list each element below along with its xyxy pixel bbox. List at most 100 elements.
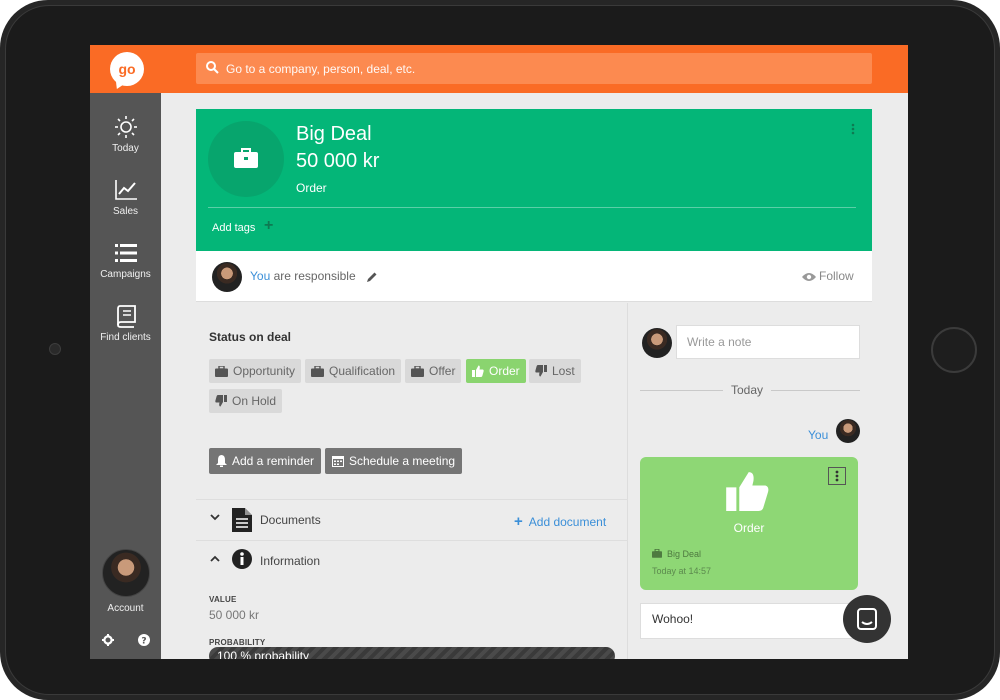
deal-stage: Order	[296, 181, 327, 195]
sidebar-label-campaigns: Campaigns	[100, 269, 151, 280]
top-bar: go	[90, 45, 908, 93]
note-avatar	[642, 328, 672, 358]
comment-box[interactable]: Wohoo!	[640, 603, 858, 639]
responsible-bar: You are responsible Follow	[196, 251, 872, 302]
add-document-link[interactable]: + Add document	[514, 513, 606, 530]
info-icon	[232, 549, 252, 569]
schedule-meeting-button[interactable]: Schedule a meeting	[325, 448, 463, 474]
more-vertical-icon[interactable]	[828, 467, 846, 485]
thumbs-down-icon	[535, 365, 547, 377]
gear-icon[interactable]	[102, 633, 114, 651]
search-icon	[206, 61, 219, 74]
briefcase-icon	[411, 365, 424, 377]
list-icon	[114, 244, 137, 262]
sidebar-item-find-clients[interactable]: Find clients	[90, 304, 161, 364]
value-text: 50 000 kr	[209, 608, 260, 622]
chat-icon	[857, 608, 877, 630]
feed-author[interactable]: You	[808, 428, 828, 442]
chip-label: Order	[489, 364, 520, 378]
sidebar-footer: ?	[90, 633, 161, 651]
status-chip-opportunity[interactable]: Opportunity	[209, 359, 302, 383]
search-input[interactable]	[224, 53, 864, 84]
activity-deal-ref[interactable]: Big Deal	[652, 548, 702, 559]
value-label: VALUE	[209, 595, 237, 604]
plus-icon[interactable]: +	[264, 217, 273, 235]
chat-launcher-button[interactable]	[843, 595, 891, 643]
activity-time: Today at 14:57	[652, 566, 712, 576]
svg-text:?: ?	[141, 637, 146, 647]
search-box[interactable]	[196, 53, 872, 84]
responsible-you-link[interactable]: You	[250, 269, 270, 283]
status-chip-on-hold[interactable]: On Hold	[209, 389, 283, 413]
chevron-up-icon	[210, 555, 220, 562]
deal-value: 50 000 kr	[296, 150, 380, 172]
help-icon[interactable]: ?	[138, 633, 150, 651]
sidebar-label-find-clients: Find clients	[100, 332, 151, 343]
briefcase-icon	[234, 148, 258, 168]
chip-label: Qualification	[329, 364, 396, 378]
chip-label: Lost	[552, 364, 575, 378]
sidebar-item-campaigns[interactable]: Campaigns	[90, 241, 161, 301]
chip-label: Opportunity	[233, 364, 296, 378]
logo[interactable]: go	[110, 52, 144, 86]
add-reminder-button[interactable]: Add a reminder	[209, 448, 322, 474]
probability-text: 100 % probability	[217, 649, 310, 659]
status-chip-offer[interactable]: Offer	[405, 359, 462, 383]
documents-label: Documents	[260, 513, 321, 527]
sun-icon	[114, 116, 137, 138]
probability-bar[interactable]: 100 % probability	[209, 647, 615, 659]
chart-line-icon	[114, 180, 137, 200]
responsible-avatar	[212, 262, 242, 292]
more-vertical-icon[interactable]	[848, 123, 858, 137]
briefcase-icon	[215, 365, 228, 377]
feed-author-avatar	[836, 419, 860, 443]
schedule-meeting-label: Schedule a meeting	[349, 454, 456, 468]
calendar-icon	[332, 456, 344, 467]
documents-section[interactable]: Documents + Add document	[196, 499, 628, 539]
app-screen: go Today Sales Campaigns Find clients Ac…	[90, 45, 908, 659]
pencil-icon[interactable]	[366, 270, 378, 288]
add-tags-link[interactable]: Add tags	[212, 222, 255, 234]
note-input[interactable]	[676, 325, 860, 359]
document-icon	[232, 508, 252, 532]
chip-label: On Hold	[232, 394, 277, 408]
sidebar-label-today: Today	[112, 143, 139, 154]
responsible-suffix: are responsible	[270, 269, 356, 283]
chevron-down-icon	[210, 514, 220, 521]
thumbs-up-icon	[472, 365, 484, 377]
deal-icon-circle	[208, 121, 284, 197]
deal-header: Big Deal 50 000 kr Order Add tags +	[196, 109, 872, 251]
status-chip-qualification[interactable]: Qualification	[305, 359, 402, 383]
follow-button[interactable]: Follow	[802, 269, 854, 283]
briefcase-icon	[311, 365, 324, 377]
account-menu[interactable]: Account	[90, 549, 161, 614]
account-label: Account	[107, 603, 144, 614]
information-section[interactable]: Information	[196, 540, 628, 580]
deal-title: Big Deal	[296, 123, 372, 145]
status-chip-order[interactable]: Order	[466, 359, 526, 383]
thumbs-down-icon	[215, 395, 227, 407]
eye-icon	[802, 273, 816, 281]
information-label: Information	[260, 554, 321, 568]
sidebar-item-sales[interactable]: Sales	[90, 178, 161, 238]
chip-label: Offer	[429, 364, 456, 378]
plus-icon: +	[514, 513, 523, 530]
home-button[interactable]	[931, 327, 977, 373]
sidebar-item-today[interactable]: Today	[90, 115, 161, 175]
activity-deal-name: Big Deal	[667, 549, 702, 559]
sidebar: Today Sales Campaigns Find clients Accou…	[90, 93, 161, 659]
status-chip-lost[interactable]: Lost	[529, 359, 581, 383]
header-divider	[208, 207, 856, 208]
deal-details-pane: Status on deal Opportunity Qualification…	[196, 303, 628, 659]
activity-title: Order	[733, 521, 765, 535]
follow-label: Follow	[819, 269, 854, 283]
camera-dot	[49, 343, 61, 355]
account-avatar[interactable]	[101, 549, 150, 597]
bell-icon	[216, 455, 227, 467]
probability-label: PROBABILITY	[209, 638, 266, 647]
activity-feed: Today You Order Big Deal Today at 14:57 …	[628, 303, 872, 659]
add-document-label: Add document	[528, 515, 607, 529]
activity-card[interactable]: Order Big Deal Today at 14:57	[640, 457, 858, 590]
thumbs-up-icon	[726, 472, 769, 511]
book-icon	[116, 305, 136, 328]
